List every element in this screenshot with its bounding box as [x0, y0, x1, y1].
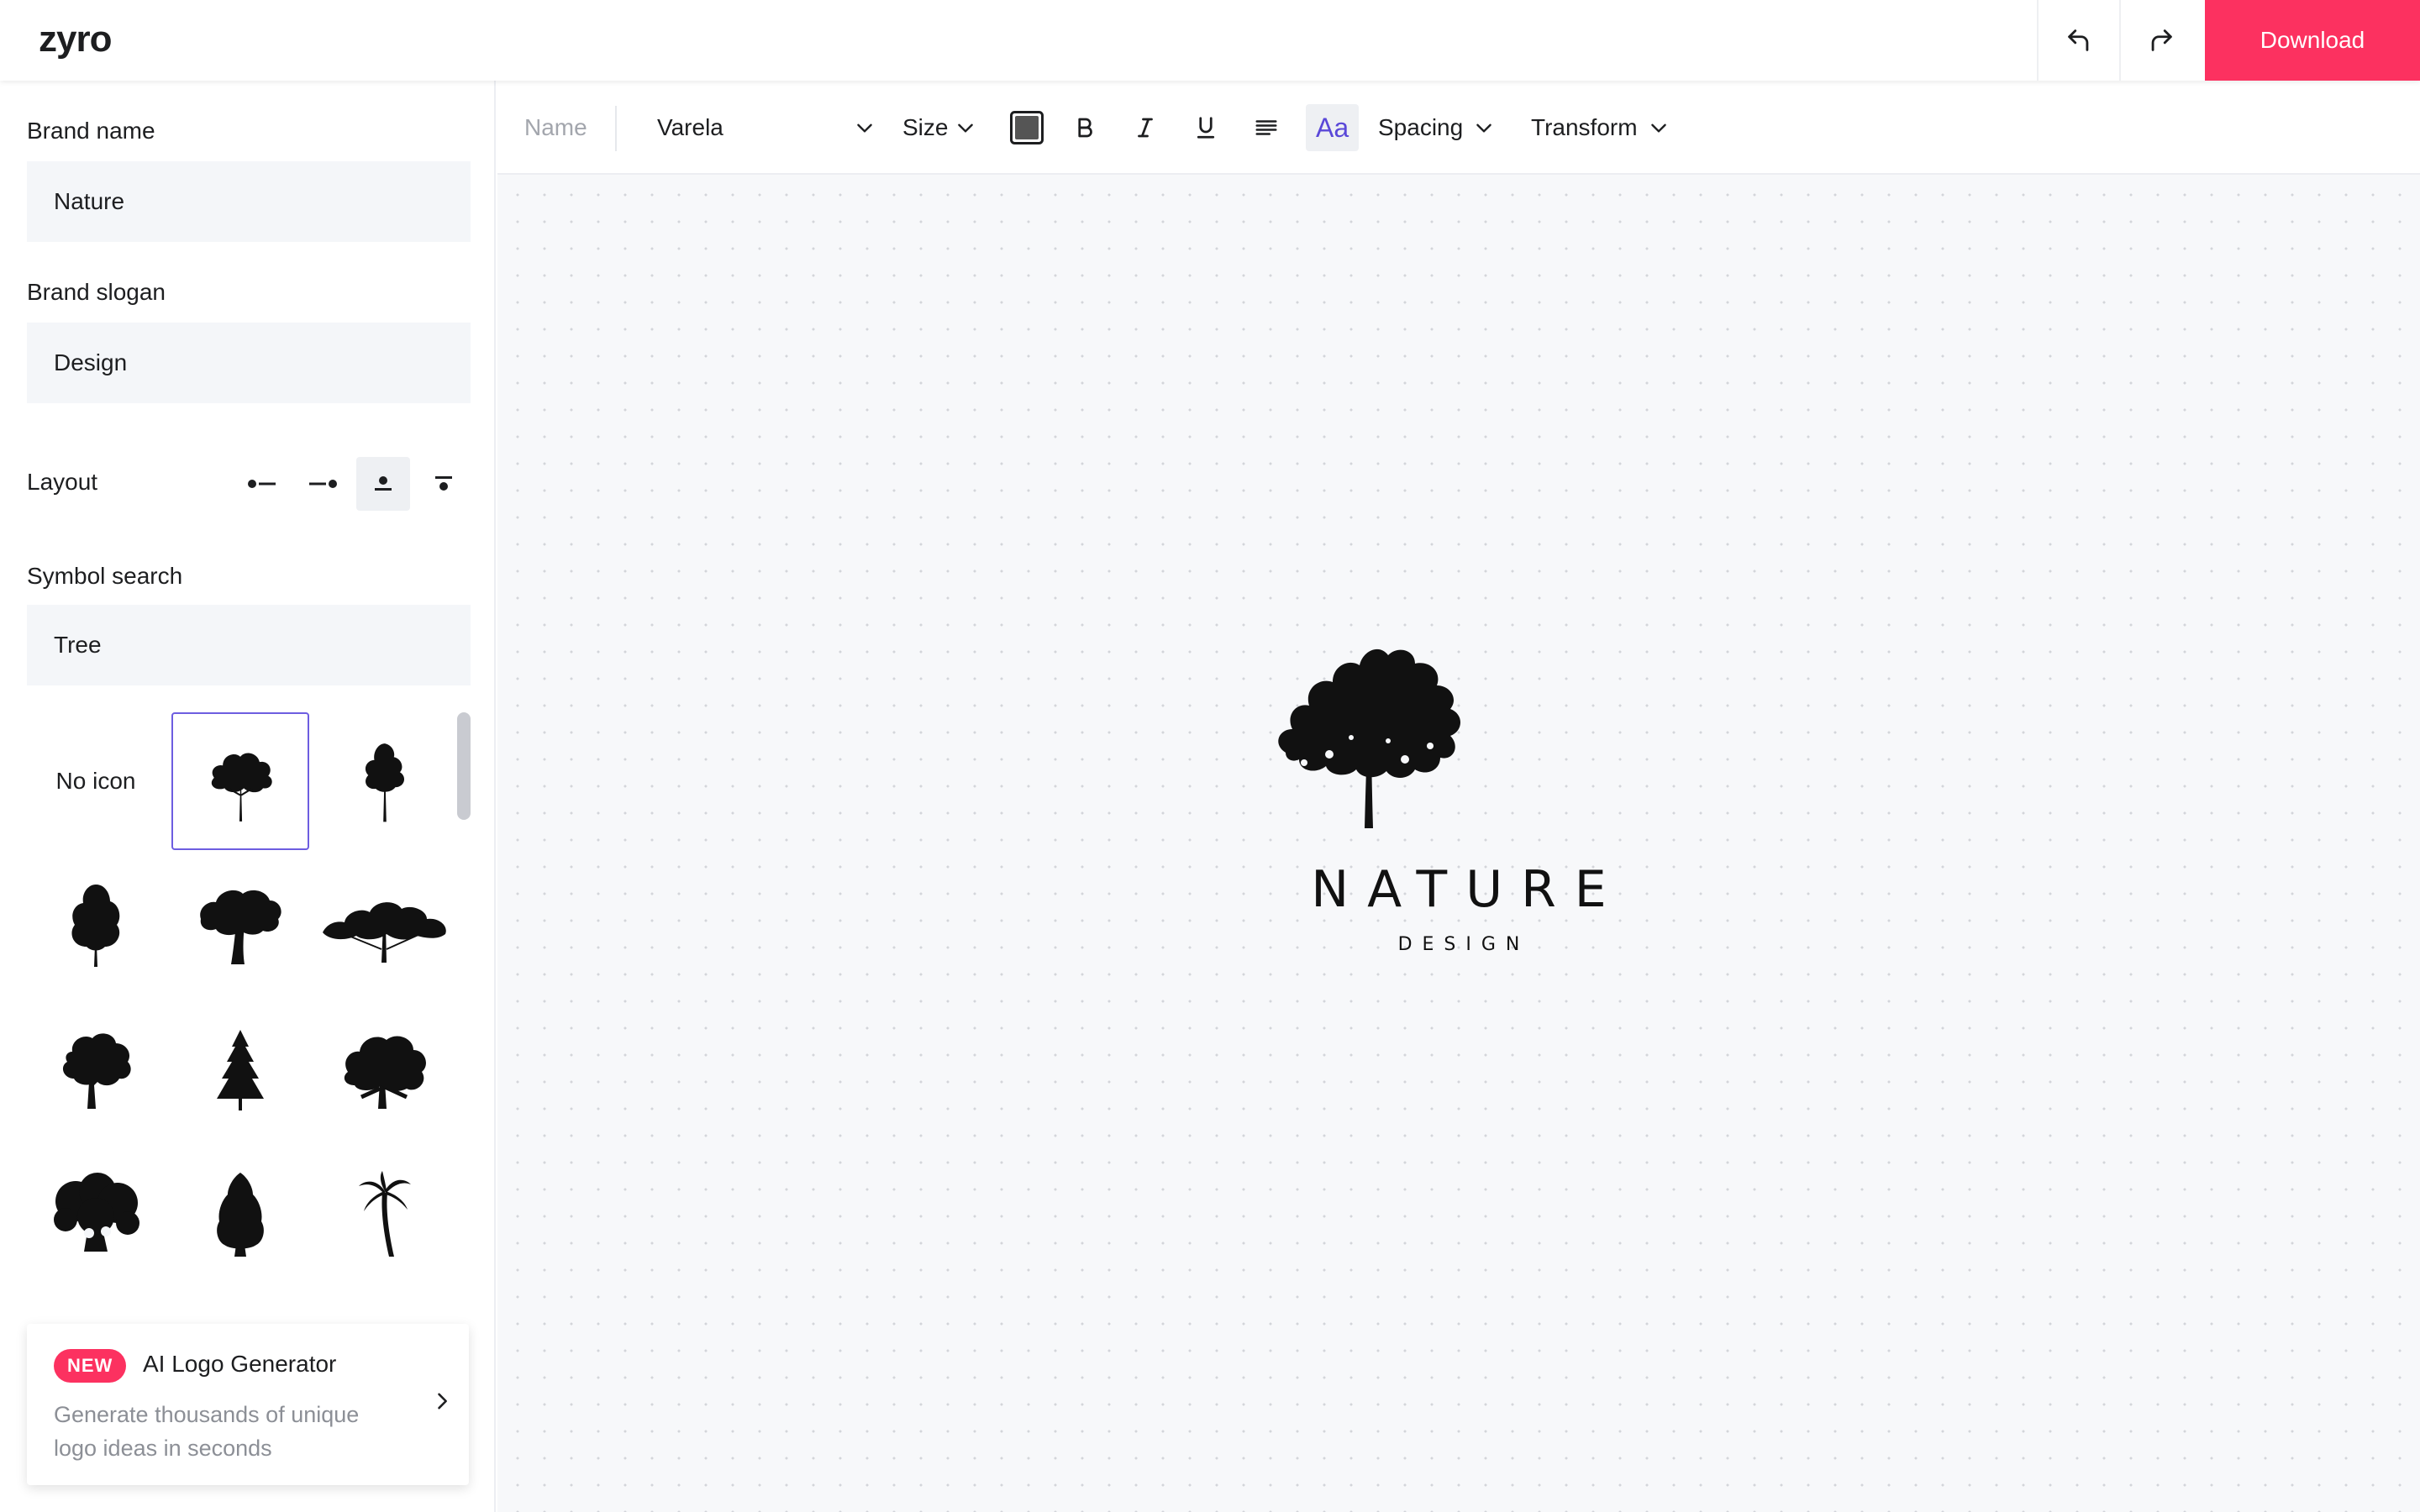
layout-icon-top-bar-option[interactable] [417, 457, 471, 511]
toolbar-divider [615, 106, 617, 151]
tree-icon [54, 1173, 139, 1252]
layout-icon-top-icon [375, 476, 392, 491]
underline-button[interactable] [1193, 104, 1218, 151]
text-color-button[interactable] [1010, 104, 1044, 151]
redo-button[interactable] [2119, 0, 2202, 81]
layout-icon-right-icon [309, 480, 337, 488]
sidebar: Brand name Brand slogan Layout Symbol se… [0, 81, 496, 1512]
pine-tree-icon [217, 1030, 264, 1110]
layout-icon-top-option[interactable] [356, 457, 410, 511]
download-button[interactable]: Download [2205, 0, 2420, 81]
font-family-select[interactable]: Varela [657, 104, 876, 151]
underline-icon [1197, 117, 1215, 139]
promo-title: AI Logo Generator [143, 1351, 337, 1377]
undo-icon [2068, 29, 2089, 51]
font-size-label: Size [902, 114, 949, 140]
logo-brand-name[interactable]: NATURE [497, 860, 2420, 919]
chevron-down-icon [958, 123, 974, 133]
tree-icon [211, 753, 272, 822]
symbol-tree-3[interactable] [27, 857, 165, 995]
tree-icon [323, 902, 446, 963]
transform-select[interactable]: Transform [1531, 104, 1670, 151]
symbol-search-label: Symbol search [27, 563, 183, 589]
logo-slogan[interactable]: DESIGN [497, 934, 2420, 955]
bold-button[interactable] [1072, 104, 1097, 151]
tree-icon [62, 1033, 131, 1109]
tree-icon [200, 890, 281, 964]
bold-icon [1078, 118, 1092, 138]
tree-icon [217, 1173, 264, 1257]
symbol-grid: No icon [27, 712, 471, 1401]
font-size-select[interactable]: Size [902, 104, 976, 151]
chevron-down-icon [1650, 123, 1666, 133]
layout-icon-top-bar-icon [435, 476, 452, 491]
transform-label: Transform [1531, 114, 1638, 140]
chevron-down-icon [857, 123, 872, 133]
symbol-tree-8[interactable] [27, 1146, 165, 1284]
italic-button[interactable] [1133, 104, 1158, 151]
brand-slogan-input[interactable] [27, 323, 471, 403]
symbol-tree-7[interactable] [316, 1001, 454, 1139]
element-name-field[interactable]: Name [524, 104, 587, 151]
spacing-select[interactable]: Spacing [1378, 104, 1495, 151]
layout-icon-left-icon [248, 480, 276, 488]
brand-name-input[interactable] [27, 161, 471, 242]
tree-icon [71, 885, 120, 967]
tree-icon [344, 1036, 426, 1109]
logo-tree-symbol[interactable] [1270, 637, 1469, 832]
layout-label: Layout [27, 469, 98, 495]
text-toolbar: Name Varela Size Aa Spacing Transform [497, 81, 2420, 175]
promo-description: Generate thousands of unique logo ideas … [54, 1402, 360, 1461]
layout-icon-left-option[interactable] [235, 457, 289, 511]
symbol-tree-4[interactable] [171, 857, 309, 995]
symbol-tree-5[interactable] [316, 857, 454, 995]
palm-tree-icon [359, 1171, 411, 1257]
color-swatch-icon [1010, 111, 1044, 144]
layout-icon-right-option[interactable] [296, 457, 350, 511]
tree-icon [365, 743, 405, 822]
font-family-value: Varela [657, 114, 723, 140]
logo-canvas[interactable]: NATURE DESIGN [497, 175, 2420, 1512]
italic-icon [1138, 118, 1153, 138]
zyro-logo[interactable]: zyro [39, 18, 112, 60]
chevron-down-icon [1476, 123, 1491, 133]
symbol-pine-tree[interactable] [171, 1001, 309, 1139]
chevron-right-icon [438, 1393, 447, 1410]
redo-icon [2151, 29, 2172, 51]
symbol-palm-tree[interactable] [316, 1146, 454, 1284]
symbol-tree-2[interactable] [316, 712, 454, 850]
symbol-tree-1[interactable] [171, 712, 309, 850]
symbol-grid-scrollbar[interactable] [457, 712, 471, 820]
letter-case-button[interactable]: Aa [1306, 104, 1360, 151]
new-badge: NEW [54, 1349, 127, 1383]
top-bar: zyro Download [0, 0, 2420, 81]
ai-logo-generator-card[interactable]: NEW AI Logo Generator Generate thousands… [27, 1324, 469, 1485]
symbol-tree-9[interactable] [171, 1146, 309, 1284]
symbol-search-input[interactable] [27, 605, 471, 685]
brand-name-label: Brand name [27, 118, 155, 144]
symbol-tree-6[interactable] [27, 1001, 165, 1139]
undo-button[interactable] [2037, 0, 2119, 81]
spacing-label: Spacing [1378, 114, 1464, 140]
align-icon [1255, 120, 1277, 135]
no-icon-option[interactable]: No icon [27, 712, 165, 850]
text-align-button[interactable] [1254, 104, 1279, 151]
brand-slogan-label: Brand slogan [27, 279, 166, 305]
no-icon-label: No icon [55, 768, 136, 794]
